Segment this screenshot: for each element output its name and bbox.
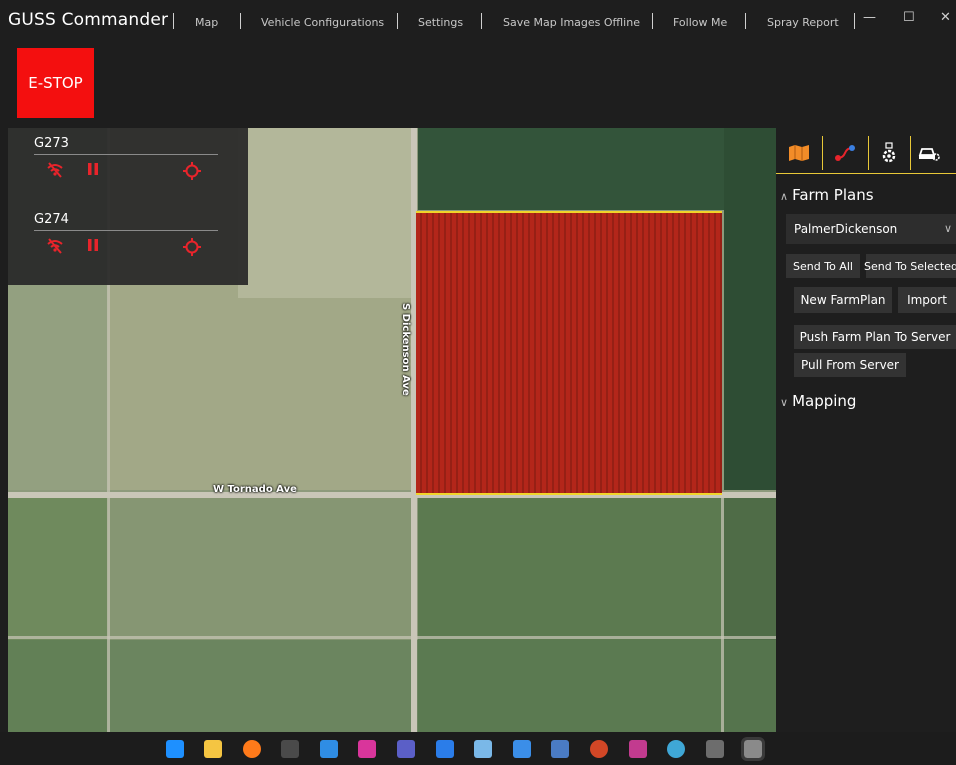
teams-icon[interactable] (397, 740, 415, 758)
nav-separator (481, 13, 482, 29)
app-icon[interactable] (706, 740, 724, 758)
map-icon (789, 145, 809, 161)
vehicle-panel: G273 G274 (8, 128, 248, 285)
no-signal-icon (47, 238, 63, 254)
nav-separator (173, 13, 174, 29)
divider (34, 230, 218, 231)
route-icon (835, 145, 855, 161)
field-south (8, 640, 776, 732)
selected-farmplan: PalmerDickenson (794, 222, 898, 236)
nav-settings[interactable]: Settings (418, 16, 463, 29)
tab-settings[interactable] (874, 136, 904, 170)
close-button[interactable]: ✕ (940, 10, 951, 25)
nav-separator (240, 13, 241, 29)
terminal-icon[interactable] (281, 740, 299, 758)
tab-vehicle-settings[interactable] (914, 136, 944, 170)
panel-tabs (776, 128, 956, 174)
tab-divider (868, 136, 869, 170)
farmplan-select[interactable]: PalmerDickenson ∨ (786, 214, 956, 244)
todo-icon[interactable] (436, 740, 454, 758)
vehicle-name: G273 (34, 136, 69, 151)
taskbar (0, 732, 956, 765)
nav-vehicle-configurations[interactable]: Vehicle Configurations (261, 16, 384, 29)
farm-road (721, 498, 724, 732)
farm-road (8, 636, 776, 639)
farm-plans-header[interactable]: ∧ Farm Plans (780, 186, 874, 204)
pause-icon[interactable] (86, 238, 100, 252)
push-farm-plan-button[interactable]: Push Farm Plan To Server (794, 325, 956, 349)
nav-separator (854, 13, 855, 29)
estop-button[interactable]: E-STOP (17, 48, 94, 118)
farm-plan-area[interactable] (416, 211, 722, 495)
file-explorer-icon[interactable] (204, 740, 222, 758)
vehicle-card[interactable]: G273 (34, 136, 224, 180)
nav-spray-report[interactable]: Spray Report (767, 16, 839, 29)
chevron-up-icon: ∧ (780, 190, 789, 203)
locate-icon[interactable] (183, 238, 201, 256)
vscode-icon[interactable] (320, 740, 338, 758)
pull-from-server-button[interactable]: Pull From Server (794, 353, 906, 377)
notepad-icon[interactable] (513, 740, 531, 758)
tab-map[interactable] (784, 136, 814, 170)
send-to-all-button[interactable]: Send To All (786, 254, 860, 278)
app-icon-active[interactable] (741, 737, 765, 761)
paint-icon[interactable] (667, 740, 685, 758)
no-signal-icon (47, 162, 63, 178)
settings-icon (882, 142, 896, 163)
nav-save-map-images-offline[interactable]: Save Map Images Offline (503, 16, 640, 29)
pause-icon[interactable] (86, 162, 100, 176)
rider-icon[interactable] (358, 740, 376, 758)
powerpoint-icon[interactable] (590, 740, 608, 758)
tab-divider (822, 136, 823, 170)
nav-separator (397, 13, 398, 29)
locate-icon[interactable] (183, 162, 201, 180)
snipping-icon[interactable] (629, 740, 647, 758)
tab-route[interactable] (830, 136, 860, 170)
firefox-icon[interactable] (243, 740, 261, 758)
field-ne-light (238, 128, 412, 298)
nav-follow-me[interactable]: Follow Me (673, 16, 727, 29)
remote-desktop-icon[interactable] (551, 740, 569, 758)
minimize-button[interactable]: — (863, 10, 876, 25)
title-bar: GUSS Commander Map Vehicle Configuration… (0, 0, 956, 40)
send-to-selected-button[interactable]: Send To Selected (864, 254, 956, 278)
tab-divider (910, 136, 911, 170)
photos-icon[interactable] (474, 740, 492, 758)
nav-map[interactable]: Map (195, 16, 218, 29)
windows-start-icon[interactable] (166, 740, 184, 758)
nav-separator (745, 13, 746, 29)
vehicle-card[interactable]: G274 (34, 212, 224, 256)
road-label: W Tornado Ave (213, 484, 297, 495)
road-label: S Dickenson Ave (400, 303, 411, 396)
app-title: GUSS Commander (8, 10, 169, 30)
maximize-button[interactable]: ☐ (903, 10, 915, 25)
section-title: Mapping (792, 392, 857, 410)
import-button[interactable]: Import (898, 287, 956, 313)
new-farmplan-button[interactable]: New FarmPlan (794, 287, 892, 313)
vehicle-settings-icon (918, 148, 940, 161)
mapping-header[interactable]: ∨ Mapping (780, 392, 856, 410)
nav-separator (652, 13, 653, 29)
section-title: Farm Plans (792, 186, 874, 204)
field-orchard-e (724, 128, 776, 490)
chevron-down-icon: ∨ (943, 222, 952, 235)
control-panel: ∧ Farm Plans PalmerDickenson ∨ Send To Al… (776, 128, 956, 732)
divider (34, 154, 218, 155)
chevron-down-icon: ∨ (780, 396, 789, 409)
field-orchard-n (418, 128, 728, 210)
vehicle-name: G274 (34, 212, 69, 227)
